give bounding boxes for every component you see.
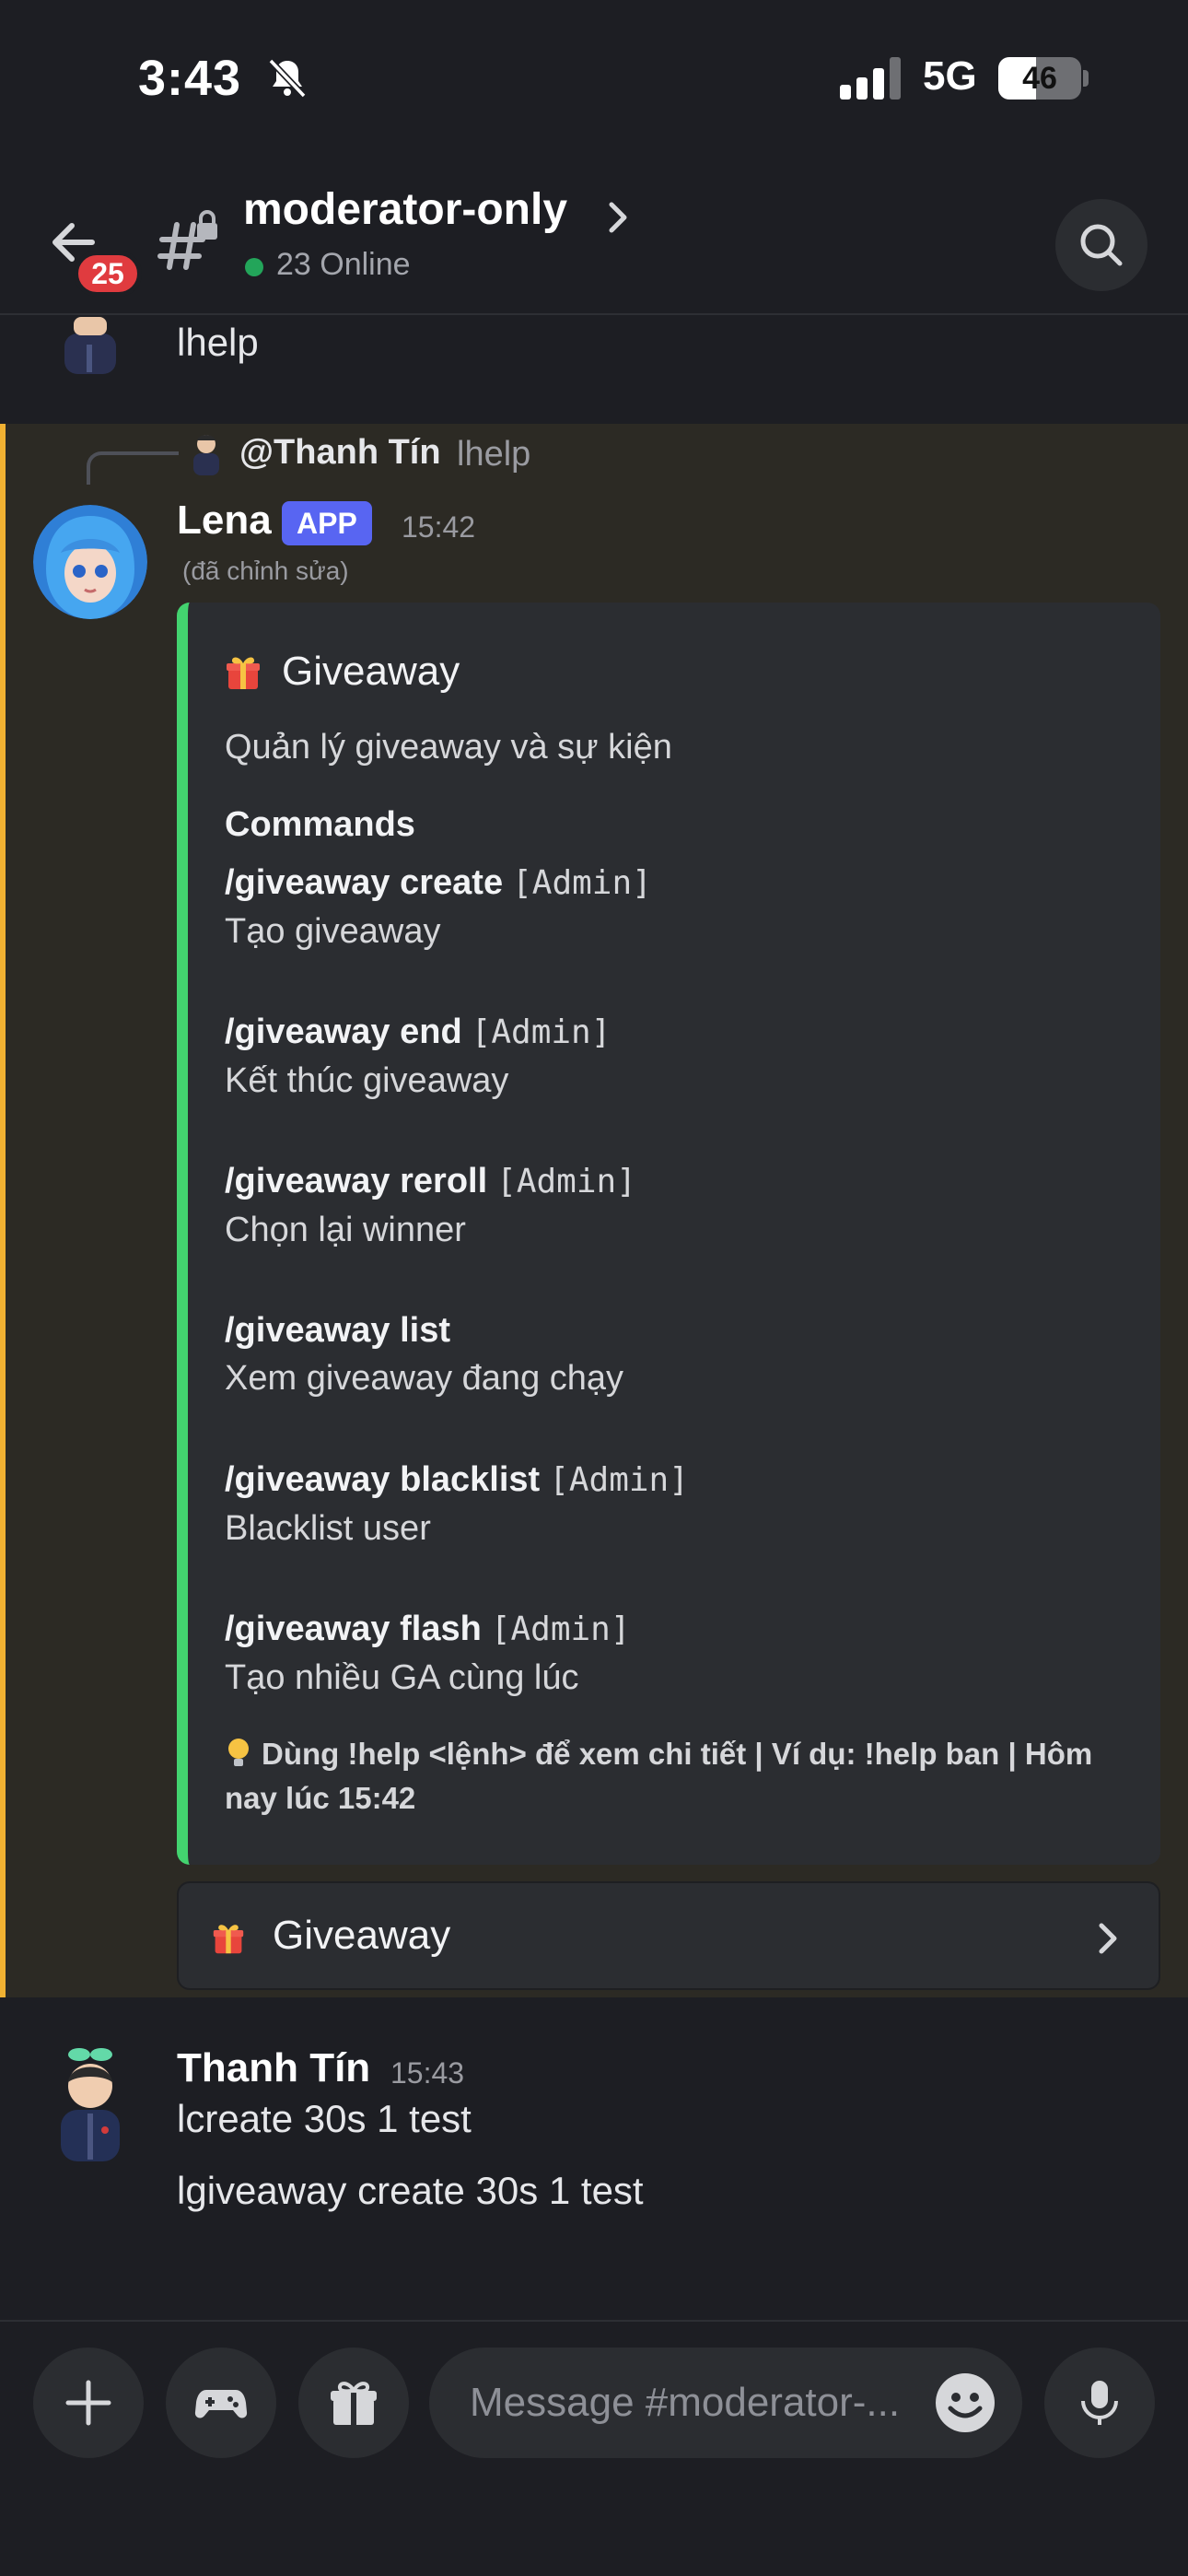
command-role: [Admin] bbox=[512, 864, 652, 902]
chevron-right-icon[interactable] bbox=[604, 199, 632, 236]
command-role: [Admin] bbox=[471, 1013, 611, 1051]
microphone-icon bbox=[1081, 2381, 1118, 2425]
reply-connector bbox=[87, 451, 179, 485]
battery-indicator: 46 bbox=[998, 57, 1081, 100]
avatar[interactable] bbox=[33, 505, 147, 619]
gift-icon bbox=[331, 2382, 377, 2425]
username[interactable]: Thanh Tín bbox=[177, 2045, 370, 2091]
battery-tip bbox=[1083, 70, 1089, 87]
embed-footer-text: Dùng !help <lệnh> để xem chi tiết | Ví d… bbox=[225, 1737, 1093, 1815]
channel-header: 25 moderator-only 23 Online bbox=[0, 162, 1188, 315]
command-description: Tạo nhiều GA cùng lúc bbox=[225, 1658, 579, 1697]
command-item: /giveaway blacklist [Admin] Blacklist use… bbox=[225, 1456, 1136, 1552]
network-label: 5G bbox=[923, 53, 977, 99]
status-time: 3:43 bbox=[138, 51, 242, 106]
message-text: lhelp bbox=[177, 321, 259, 364]
command-role: [Admin] bbox=[496, 1163, 636, 1200]
command-item: /giveaway create [Admin] Tạo giveaway bbox=[225, 859, 1136, 955]
embed-field-name: Commands bbox=[225, 805, 415, 844]
command-name: /giveaway reroll bbox=[225, 1162, 488, 1200]
message-list[interactable]: lhelp @Thanh Tín lhelp Lena APP 15:42 (đ… bbox=[0, 317, 1188, 2322]
bot-username[interactable]: Lena bbox=[177, 498, 272, 544]
command-description: Tạo giveaway bbox=[225, 912, 441, 951]
category-select-menu[interactable]: Giveaway bbox=[177, 1881, 1160, 1990]
gift-icon bbox=[227, 657, 260, 689]
plus-icon bbox=[65, 2380, 111, 2426]
command-item: /giveaway list Xem giveaway đang chạy bbox=[225, 1306, 1136, 1402]
online-count: 23 Online bbox=[276, 247, 411, 282]
mentioned-message[interactable]: @Thanh Tín lhelp Lena APP 15:42 (đã chỉn… bbox=[0, 424, 1188, 1997]
unread-badge: 25 bbox=[74, 251, 142, 297]
gamepad-icon bbox=[194, 2390, 248, 2418]
command-item: /giveaway end [Admin] Kết thúc giveaway bbox=[225, 1008, 1136, 1105]
message-timestamp: 15:42 bbox=[402, 510, 476, 544]
activities-button[interactable] bbox=[166, 2348, 276, 2458]
channel-name[interactable]: moderator-only bbox=[243, 184, 567, 235]
app-tag: APP bbox=[282, 501, 372, 545]
command-name: /giveaway list bbox=[225, 1311, 451, 1350]
chevron-right-icon bbox=[1099, 1923, 1117, 1954]
command-role: [Admin] bbox=[549, 1461, 689, 1499]
gift-icon bbox=[213, 1925, 244, 1954]
command-description: Kết thúc giveaway bbox=[225, 1061, 509, 1100]
embed-description: Quản lý giveaway và sự kiện bbox=[225, 728, 672, 767]
select-menu-label: Giveaway bbox=[273, 1913, 451, 1958]
command-role: [Admin] bbox=[490, 1610, 631, 1648]
online-dot bbox=[245, 258, 263, 276]
command-item: /giveaway reroll [Admin] Chọn lại winner bbox=[225, 1157, 1136, 1254]
embed-footer: Dùng !help <lệnh> để xem chi tiết | Ví d… bbox=[225, 1732, 1146, 1821]
edited-label: (đã chỉnh sửa) bbox=[182, 556, 349, 585]
emoji-icon[interactable] bbox=[934, 2371, 996, 2434]
user-message[interactable]: Thanh Tín 15:43 lcreate 30s 1 test lgive… bbox=[0, 1999, 1188, 2276]
signal-icon bbox=[840, 57, 901, 100]
command-name: /giveaway blacklist bbox=[225, 1460, 541, 1499]
gift-button[interactable] bbox=[298, 2348, 409, 2458]
search-icon bbox=[1080, 224, 1123, 266]
hash-lock-icon bbox=[157, 210, 217, 270]
avatar[interactable] bbox=[52, 2047, 129, 2161]
message-composer bbox=[0, 2320, 1188, 2576]
help-embed: Giveaway Quản lý giveaway và sự kiện Com… bbox=[177, 603, 1160, 1865]
bell-slash-icon bbox=[268, 58, 307, 99]
command-name: /giveaway flash bbox=[225, 1610, 482, 1648]
status-bar: 3:43 5G 46 bbox=[0, 0, 1188, 162]
command-description: Xem giveaway đang chạy bbox=[225, 1359, 624, 1398]
command-description: Chọn lại winner bbox=[225, 1211, 466, 1249]
attach-button[interactable] bbox=[33, 2348, 144, 2458]
message-timestamp: 15:43 bbox=[390, 2056, 465, 2090]
embed-title: Giveaway bbox=[282, 649, 460, 694]
message-text: lcreate 30s 1 test bbox=[177, 2097, 472, 2140]
command-item: /giveaway flash [Admin] Tạo nhiều GA cùng… bbox=[225, 1605, 1136, 1702]
reply-preview[interactable]: lhelp bbox=[457, 435, 530, 474]
search-button[interactable] bbox=[1055, 199, 1147, 291]
command-name: /giveaway end bbox=[225, 1013, 462, 1051]
reply-username[interactable]: @Thanh Tín bbox=[239, 433, 441, 473]
message-text: lgiveaway create 30s 1 test bbox=[177, 2169, 644, 2212]
command-description: Blacklist user bbox=[225, 1509, 431, 1548]
lightbulb-icon bbox=[228, 1739, 249, 1766]
battery-level: 46 bbox=[1022, 61, 1057, 96]
reply-avatar bbox=[193, 435, 219, 475]
previous-message[interactable]: lhelp bbox=[0, 317, 1188, 424]
voice-message-button[interactable] bbox=[1044, 2348, 1155, 2458]
command-name: /giveaway create bbox=[225, 863, 504, 902]
avatar[interactable] bbox=[53, 317, 127, 374]
